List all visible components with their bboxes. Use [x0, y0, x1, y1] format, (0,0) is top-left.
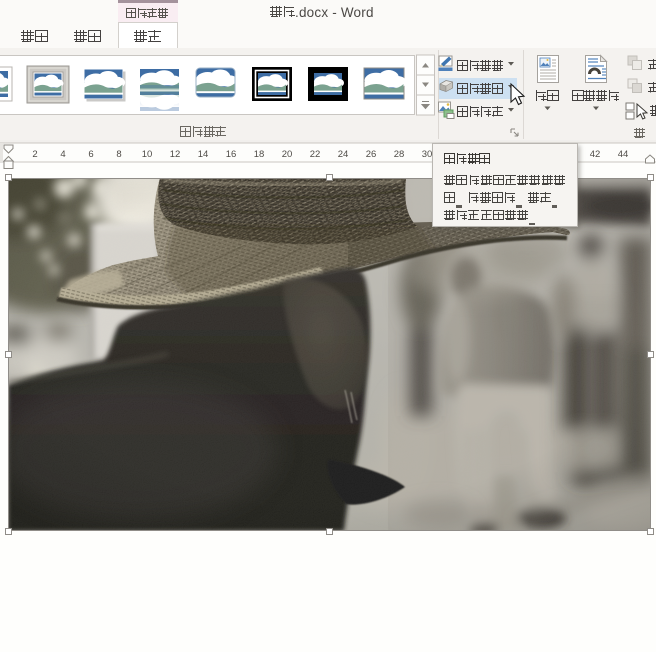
svg-text:4: 4	[60, 149, 65, 160]
svg-text:26: 26	[366, 149, 377, 160]
svg-text:28: 28	[394, 149, 405, 160]
svg-text:12: 12	[170, 149, 181, 160]
svg-text:16: 16	[226, 149, 237, 160]
svg-text:6: 6	[88, 149, 93, 160]
svg-text:8: 8	[116, 149, 121, 160]
svg-text:14: 14	[198, 149, 209, 160]
svg-text:22: 22	[310, 149, 321, 160]
svg-text:30: 30	[422, 149, 433, 160]
svg-text:18: 18	[254, 149, 265, 160]
svg-text:20: 20	[282, 149, 293, 160]
svg-text:24: 24	[338, 149, 349, 160]
svg-text:2: 2	[32, 149, 37, 160]
svg-text:42: 42	[590, 149, 601, 160]
svg-text:10: 10	[142, 149, 153, 160]
svg-text:44: 44	[618, 149, 629, 160]
